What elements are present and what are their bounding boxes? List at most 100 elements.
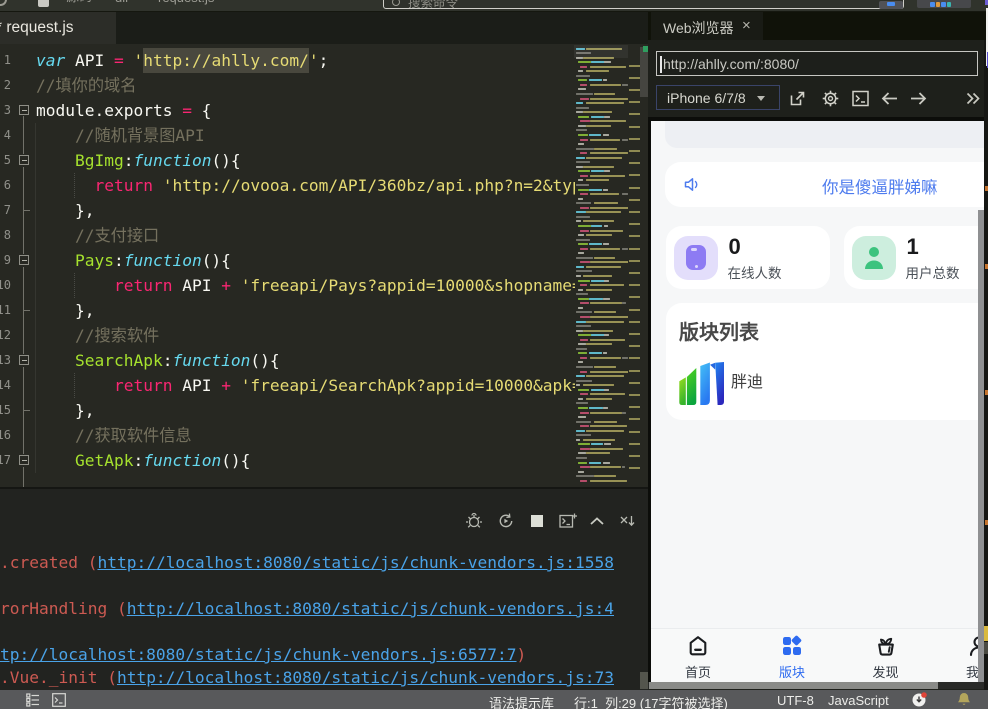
terminal-icon[interactable]	[852, 90, 869, 107]
terminal-status-icon[interactable]	[52, 693, 66, 707]
minimap-line	[578, 234, 584, 236]
minimap-line	[594, 93, 615, 95]
tab-web-browser[interactable]: Web浏览器 ×	[651, 12, 763, 40]
breadcrumb-dir[interactable]: dir	[115, 0, 129, 4]
overview-mark	[629, 65, 640, 67]
open-external-icon[interactable]	[789, 90, 806, 107]
token-cm: //支付接口	[36, 226, 159, 245]
indent-guide	[74, 173, 75, 198]
back-arrow-icon[interactable]	[880, 90, 899, 107]
code-line-14: 14 return API + 'freeapi/SearchApk?appid…	[0, 373, 575, 398]
token-pl: (){	[250, 351, 279, 370]
breadcrumb-file[interactable]: request.js	[158, 0, 214, 4]
clear-close-icon[interactable]	[618, 512, 636, 530]
panel-horizontal-scrollbar[interactable]	[648, 682, 988, 689]
phone-tab-home[interactable]: 首页	[658, 629, 738, 683]
minimap[interactable]	[574, 44, 628, 487]
outline-list-icon[interactable]	[26, 693, 40, 707]
right-edge-mark	[985, 390, 988, 395]
token-fn: BgImg	[75, 151, 124, 170]
line-number: 11	[0, 298, 11, 323]
board-item-name[interactable]: 胖迪	[731, 368, 763, 392]
minimap-line	[586, 343, 612, 345]
minimap-line	[576, 202, 591, 204]
phone-tab-discover[interactable]: 发现	[846, 629, 926, 683]
console-link[interactable]: http://localhost:8080/static/js/chunk-ve…	[97, 553, 614, 572]
phone-viewport: 你是傻逼胖娣嘛 0 在线人数 1 用户总数	[651, 121, 984, 683]
search-bar-card[interactable]	[665, 121, 984, 148]
token-pl	[36, 451, 75, 470]
more-chevrons-icon[interactable]	[965, 90, 981, 107]
announcement-card[interactable]: 你是傻逼胖娣嘛	[665, 162, 984, 207]
code-line-13: 13 SearchApk:function(){	[0, 348, 575, 373]
console-link[interactable]: http://localhost:8080/static/js/chunk-ve…	[127, 599, 614, 618]
command-search-input[interactable]: 搜索命令	[383, 0, 904, 9]
terminal-add-icon[interactable]	[559, 512, 577, 530]
syntax-lib-status[interactable]: 语法提示库	[489, 693, 554, 709]
minimap-line	[590, 339, 625, 341]
editor-scrollbar-thumb[interactable]	[640, 47, 648, 97]
minimap-line	[604, 334, 609, 336]
console-panel[interactable]: .created (http://localhost:8080/static/j…	[0, 487, 648, 690]
minimap-line	[578, 170, 590, 172]
horizontal-scrollbar-thumb[interactable]	[649, 682, 938, 689]
forward-arrow-icon[interactable]	[909, 90, 928, 107]
console-link[interactable]: http://localhost:8080/static/js/chunk-ve…	[117, 668, 614, 687]
cursor-position-status[interactable]: 行:1 列:29 (17字符被选择)	[574, 693, 728, 709]
breadcrumb-project[interactable]: 源码	[66, 0, 92, 3]
fold-icon[interactable]	[19, 455, 29, 465]
minimap-line	[580, 248, 588, 250]
minimap-line	[604, 61, 611, 63]
fold-extent-line	[23, 267, 24, 354]
language-status[interactable]: JavaScript	[828, 693, 889, 708]
url-input[interactable]: http://ahlly.com/:8080/	[656, 51, 978, 76]
debug-icon[interactable]	[465, 512, 483, 530]
token-fn: SearchApk	[75, 351, 163, 370]
stat-card-online[interactable]: 0 在线人数	[666, 226, 830, 290]
minimap-line	[583, 220, 614, 222]
overview-mark	[629, 394, 640, 396]
minimap-line	[590, 466, 621, 468]
overview-mark	[629, 296, 640, 298]
encoding-status[interactable]: UTF-8	[777, 693, 814, 708]
close-icon[interactable]: ×	[742, 17, 751, 34]
gear-icon[interactable]	[822, 90, 839, 107]
fold-icon[interactable]	[19, 355, 29, 365]
restart-icon[interactable]	[497, 512, 515, 530]
fold-icon[interactable]	[19, 105, 29, 115]
collapse-up-icon[interactable]	[588, 512, 606, 530]
minimap-line	[580, 466, 590, 468]
token-str: 'freeapi/Pays?appid=10000&shopname=test'	[241, 276, 575, 295]
board-logo[interactable]	[679, 362, 724, 407]
line-number: 8	[0, 223, 11, 248]
code-editor[interactable]: 1var API = 'http://ahlly.com/';2//填你的域名3…	[0, 44, 648, 487]
search-filter-button[interactable]	[879, 1, 903, 9]
minimap-line	[604, 170, 610, 172]
update-icon[interactable]	[912, 692, 927, 707]
minimap-line	[580, 98, 589, 100]
minimap-line	[604, 280, 609, 282]
console-link[interactable]: tp://localhost:8080/static/js/chunk-vend…	[0, 645, 517, 664]
run-button[interactable]	[917, 0, 971, 8]
token-kw: function	[133, 151, 211, 170]
console-scrollbar-thumb[interactable]	[640, 672, 648, 689]
phone-tab-grid[interactable]: 版块	[752, 629, 832, 683]
minimap-line	[589, 189, 602, 191]
device-select[interactable]: iPhone 6/7/8	[656, 85, 780, 110]
stop-icon[interactable]	[528, 512, 546, 530]
bell-icon[interactable]	[957, 692, 971, 707]
minimap-line	[580, 207, 589, 209]
stat-card-total[interactable]: 1 用户总数	[844, 226, 985, 290]
phone-tab-bar: 首页 版块 发现 我的	[651, 628, 984, 683]
code-line-16: 16 //获取软件信息	[0, 423, 575, 448]
minimap-line	[594, 257, 615, 259]
overview-mark	[629, 345, 640, 347]
minimap-line	[578, 443, 590, 445]
minimap-line	[586, 398, 612, 400]
tab-request-js[interactable]: * request.js	[0, 12, 116, 44]
minimap-line	[580, 412, 589, 414]
fold-icon[interactable]	[19, 255, 29, 265]
fold-icon[interactable]	[19, 155, 29, 165]
minimap-line	[622, 248, 628, 250]
minimap-line	[576, 384, 580, 386]
